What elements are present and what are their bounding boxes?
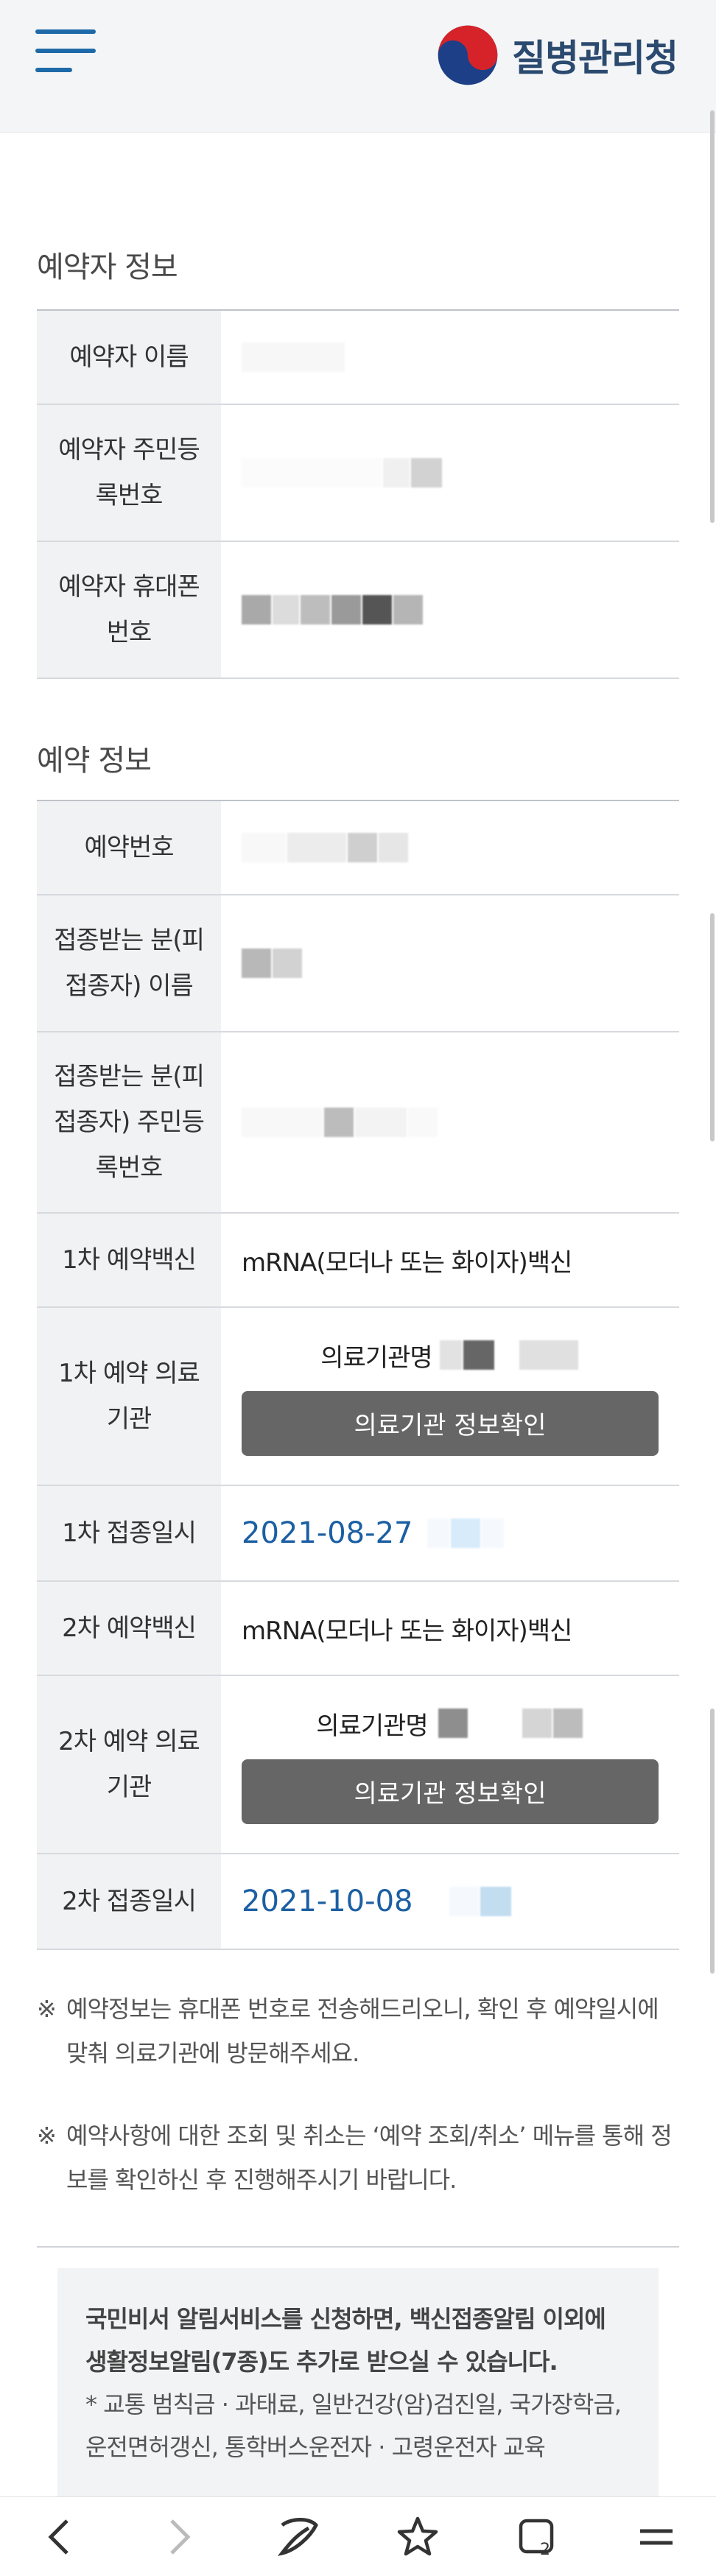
institution-name-line: 의료기관명: [320, 1337, 579, 1373]
section-title-reserver: 예약자 정보: [37, 250, 178, 284]
row-label: 2차 예약 의료기관: [37, 1676, 221, 1853]
second-date-cell: 2021-10-08: [221, 1854, 679, 1949]
tabs-icon[interactable]: 2: [504, 2504, 570, 2570]
table-row: 예약자 이름: [37, 311, 679, 405]
reservation-number-value: [221, 801, 679, 894]
institution-name-line: 의료기관명: [316, 1706, 583, 1742]
vaccinee-id-value: [221, 1032, 679, 1212]
notice-text: 예약정보는 휴대폰 번호로 전송해드리오니, 확인 후 예약일시에 맞춰 의료기…: [66, 1995, 659, 2067]
notice-reservation-cancel: ※ 예약사항에 대한 조회 및 취소는 ‘예약 조회/취소’ 메뉴를 통해 정보…: [37, 2114, 679, 2202]
section-title-reservation: 예약 정보: [37, 744, 152, 778]
table-row: 1차 예약백신 mRNA(모더나 또는 화이자)백신: [37, 1214, 679, 1308]
reserver-name-value: [221, 311, 679, 404]
first-date-value: 2021-08-27: [242, 1516, 413, 1550]
table-row: 예약자 휴대폰 번호: [37, 542, 679, 679]
row-label: 1차 예약 의료기관: [37, 1308, 221, 1485]
table-row: 2차 예약 의료기관 의료기관명 의료기관 정보확인: [37, 1676, 679, 1854]
scrollbar[interactable]: [710, 913, 715, 1141]
scrollbar[interactable]: [710, 1708, 715, 1974]
hamburger-menu-icon[interactable]: [35, 29, 96, 74]
row-label: 접종받는 분(피접종자) 주민등록번호: [37, 1032, 221, 1212]
row-label: 예약자 이름: [37, 311, 221, 404]
row-label: 1차 예약백신: [37, 1214, 221, 1306]
table-row: 1차 예약 의료기관 의료기관명 의료기관 정보확인: [37, 1308, 679, 1486]
reservation-info-table: 예약번호 접종받는 분(피접종자) 이름 접종받는 분(피접종자) 주민등록번호…: [37, 800, 679, 1950]
vaccinee-name-value: [221, 895, 679, 1031]
row-label: 예약자 주민등록번호: [37, 405, 221, 541]
table-row: 접종받는 분(피접종자) 이름: [37, 895, 679, 1032]
kdca-logo[interactable]: 질병관리청: [437, 22, 678, 88]
app-header: 질병관리청: [0, 0, 716, 133]
notice-mark: ※: [37, 1995, 57, 2023]
notice-text: 예약사항에 대한 조회 및 취소는 ‘예약 조회/취소’ 메뉴를 통해 정보를 …: [66, 2122, 673, 2194]
second-date-value: 2021-10-08: [242, 1885, 413, 1918]
row-label: 예약번호: [37, 801, 221, 894]
notice-reservation-sms: ※ 예약정보는 휴대폰 번호로 전송해드리오니, 확인 후 예약일시에 맞춰 의…: [37, 1987, 679, 2075]
table-row: 2차 접종일시 2021-10-08: [37, 1854, 679, 1950]
taegeuk-logo-icon: [438, 25, 498, 85]
browser-bottom-bar: 2: [0, 2496, 716, 2576]
table-row: 예약자 주민등록번호: [37, 405, 679, 542]
second-vaccine-value: mRNA(모더나 또는 화이자)백신: [242, 1616, 572, 1646]
promo-detail: * 교통 범칙금 · 과태료, 일반건강(암)검진일, 국가장학금, 운전면허갱…: [85, 2390, 622, 2461]
promo-headline: 국민비서 알림서비스를 신청하면, 백신접종알림 이외에 생활정보알림(7종)도…: [85, 2305, 606, 2376]
table-row: 예약번호: [37, 801, 679, 895]
first-institution-info-button[interactable]: 의료기관 정보확인: [242, 1390, 659, 1456]
bixby-icon[interactable]: [265, 2504, 331, 2570]
row-label: 2차 예약백신: [37, 1582, 221, 1675]
first-vaccine-value: mRNA(모더나 또는 화이자)백신: [242, 1247, 572, 1278]
row-label: 접종받는 분(피접종자) 이름: [37, 895, 221, 1031]
svg-text:2: 2: [540, 2541, 550, 2559]
reserver-phone-value: [221, 542, 679, 678]
row-label: 1차 접종일시: [37, 1486, 221, 1580]
second-institution-cell: 의료기관명 의료기관 정보확인: [221, 1676, 679, 1853]
forward-icon[interactable]: [146, 2504, 212, 2570]
table-row: 1차 접종일시 2021-08-27: [37, 1486, 679, 1582]
reserver-info-table: 예약자 이름 예약자 주민등록번호 예약자 휴대폰 번호: [37, 309, 679, 679]
kakao-secretary-promo: 국민비서 알림서비스를 신청하면, 백신접종알림 이외에 생활정보알림(7종)도…: [57, 2268, 659, 2511]
first-institution-cell: 의료기관명 의료기관 정보확인: [221, 1308, 679, 1485]
row-label: 2차 접종일시: [37, 1854, 221, 1949]
divider: [37, 2246, 679, 2248]
menu-icon[interactable]: [623, 2504, 689, 2570]
scrollbar[interactable]: [710, 110, 715, 523]
table-row: 2차 예약백신 mRNA(모더나 또는 화이자)백신: [37, 1582, 679, 1676]
notice-mark: ※: [37, 2122, 57, 2150]
first-date-cell: 2021-08-27: [221, 1486, 679, 1580]
back-icon[interactable]: [27, 2504, 93, 2570]
logo-text: 질병관리청: [512, 37, 678, 80]
reserver-id-value: [221, 405, 679, 541]
second-institution-info-button[interactable]: 의료기관 정보확인: [242, 1759, 659, 1824]
bookmark-star-icon[interactable]: [385, 2504, 451, 2570]
row-label: 예약자 휴대폰 번호: [37, 542, 221, 678]
institution-name-label: 의료기관명: [316, 1711, 428, 1741]
table-row: 접종받는 분(피접종자) 주민등록번호: [37, 1032, 679, 1214]
institution-name-label: 의료기관명: [320, 1342, 432, 1373]
